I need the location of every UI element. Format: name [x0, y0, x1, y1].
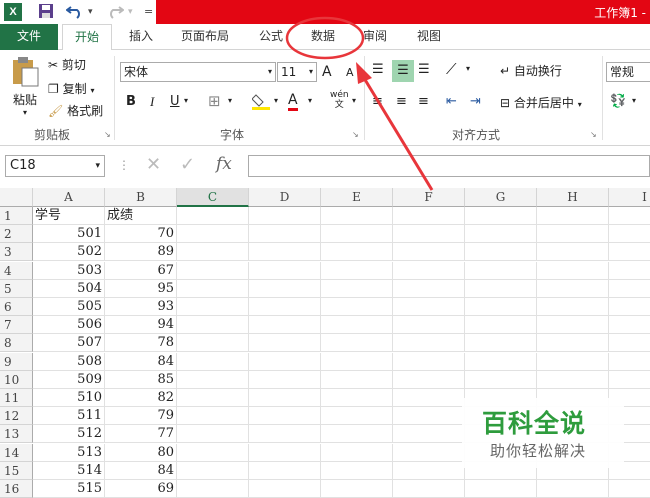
watermark-subtitle: 助你轻松解决 — [490, 442, 587, 460]
annotation-arrowhead — [356, 62, 372, 84]
annotation-arrow-line — [362, 77, 434, 191]
annotation-circle — [285, 16, 365, 60]
watermark-logo: 百科全说 助你轻松解决 — [462, 398, 624, 468]
watermark-title: 百科全说 — [482, 409, 587, 438]
